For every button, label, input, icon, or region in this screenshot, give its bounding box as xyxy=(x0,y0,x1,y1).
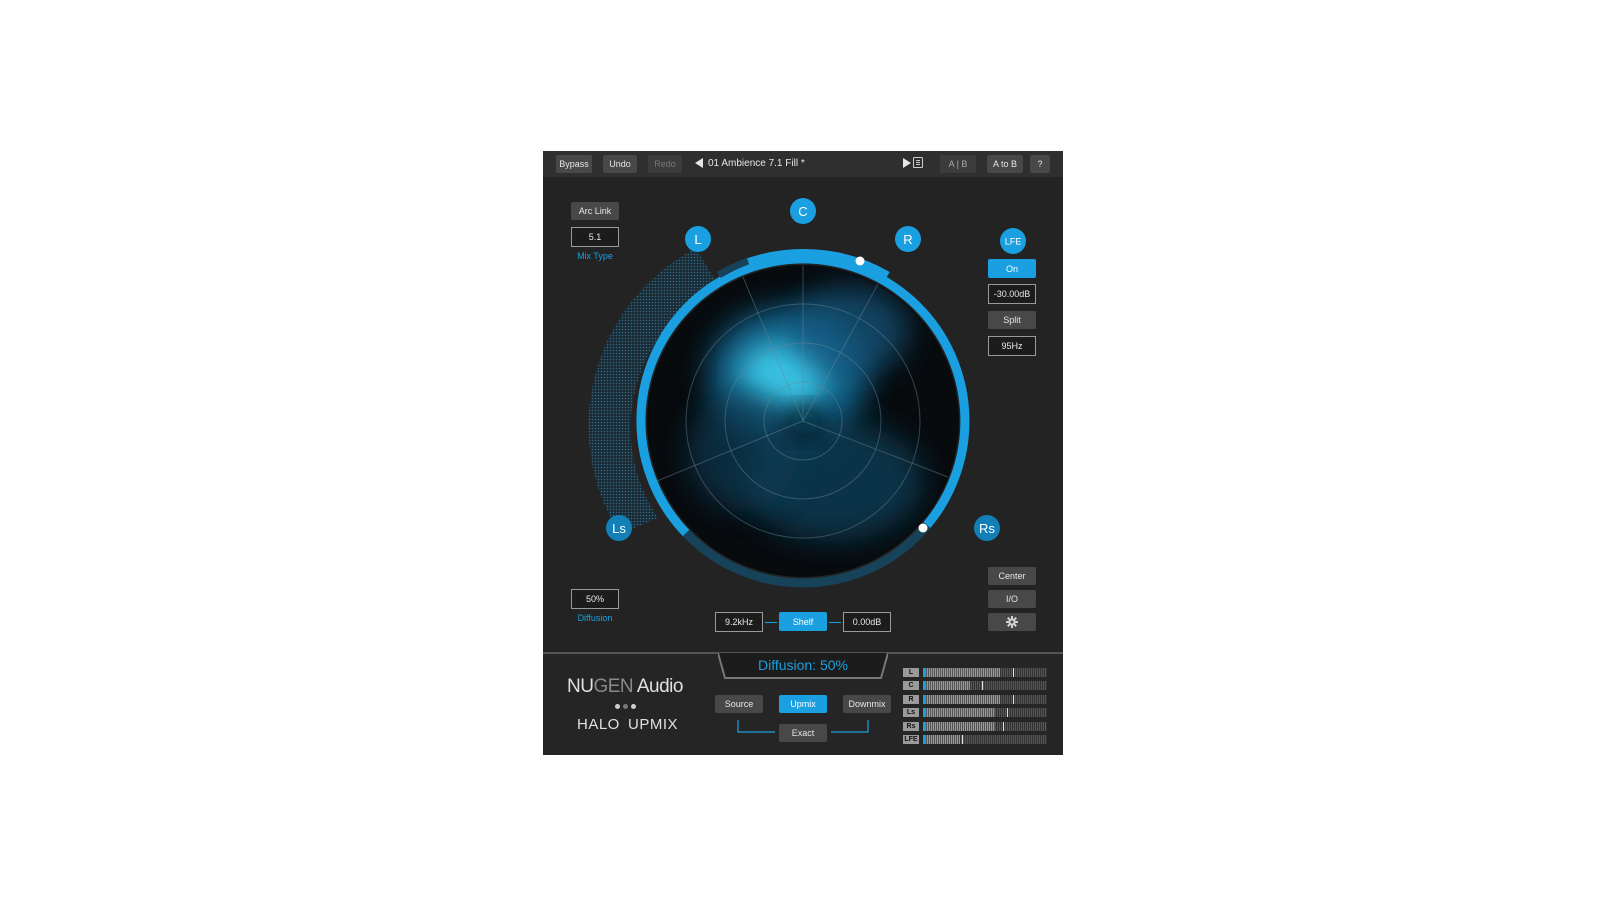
meter-track-r xyxy=(923,694,1047,704)
meter-track-ls xyxy=(923,708,1047,718)
meter-level xyxy=(923,735,961,744)
meter-lead xyxy=(923,694,926,704)
settings-button[interactable] xyxy=(988,613,1036,631)
speaker-r[interactable]: R xyxy=(895,226,921,252)
upmix-button[interactable]: Upmix xyxy=(779,695,827,713)
lfe-split-button[interactable]: Split xyxy=(988,311,1036,329)
meter-peak xyxy=(1006,708,1008,718)
svg-text:L: L xyxy=(694,232,701,247)
io-button[interactable]: I/O xyxy=(988,590,1036,608)
meter-label-ls: Ls xyxy=(903,708,919,718)
source-button[interactable]: Source xyxy=(715,695,763,713)
nugen-logo: NUGEN Audio xyxy=(567,676,707,698)
svg-text:LFE: LFE xyxy=(1005,237,1022,247)
meter-track-rs xyxy=(923,721,1047,731)
meter-level xyxy=(923,708,995,718)
meter-track-l xyxy=(923,668,1047,677)
meter-level xyxy=(923,681,971,691)
meter-label-c: C xyxy=(903,681,919,691)
eq-shelf-button[interactable]: Shelf xyxy=(779,612,827,631)
svg-text:Ls: Ls xyxy=(612,521,626,536)
meter-track-c xyxy=(923,681,1047,691)
logo-nu: NU xyxy=(567,676,594,697)
meter-level xyxy=(923,694,1000,704)
meter-label-l: L xyxy=(903,668,919,677)
product-name-halo: HALO xyxy=(577,716,620,733)
meter-label-rs: Rs xyxy=(903,721,919,731)
eq-frequency-field[interactable]: 9.2kHz xyxy=(715,612,763,632)
logo-gen: GEN xyxy=(593,676,634,697)
meter-peak xyxy=(982,681,984,691)
speaker-l[interactable]: L xyxy=(685,226,711,252)
lfe-frequency-field[interactable]: 95Hz xyxy=(988,336,1036,356)
meter-track-lfe xyxy=(923,735,1047,744)
downmix-button[interactable]: Downmix xyxy=(843,695,891,713)
meter-peak xyxy=(962,735,964,744)
front-width-handle[interactable] xyxy=(855,256,865,266)
svg-text:R: R xyxy=(903,232,912,247)
svg-text:C: C xyxy=(798,204,807,219)
bottom-panel: Diffusion: 50% NUGEN Audio HALO UPMIX So… xyxy=(543,652,1063,755)
meter-level xyxy=(923,721,995,731)
eq-connector-left xyxy=(765,622,777,623)
speaker-c[interactable]: C xyxy=(790,198,816,224)
lfe-gain-field[interactable]: -30.00dB xyxy=(988,284,1036,304)
center-button[interactable]: Center xyxy=(988,567,1036,585)
meter-lead xyxy=(923,681,926,691)
surround-panner[interactable]: C L R Ls Rs xyxy=(543,151,1063,651)
meter-peak xyxy=(1003,721,1005,731)
lfe-badge[interactable]: LFE xyxy=(998,226,1028,256)
meter-level xyxy=(923,668,1000,677)
meter-lead xyxy=(923,668,926,677)
speaker-rs[interactable]: Rs xyxy=(974,515,1000,541)
rear-width-handle[interactable] xyxy=(918,523,928,533)
eq-connector-right xyxy=(829,622,841,623)
eq-gain-field[interactable]: 0.00dB xyxy=(843,612,891,632)
output-meters: L C R Ls Rs LFE xyxy=(903,668,1053,748)
meter-lead xyxy=(923,721,926,731)
meter-peak xyxy=(1013,668,1015,677)
exact-button[interactable]: Exact xyxy=(779,724,827,742)
logo-dots-icon xyxy=(615,704,645,710)
gear-icon xyxy=(1006,616,1018,628)
logo-audio: Audio xyxy=(633,676,684,697)
lfe-on-button[interactable]: On xyxy=(988,259,1036,278)
meter-lead xyxy=(923,735,926,744)
meter-peak xyxy=(1013,694,1015,704)
meter-lead xyxy=(923,708,926,718)
svg-text:Rs: Rs xyxy=(979,521,995,536)
meter-label-lfe: LFE xyxy=(903,735,919,744)
diffusion-readout: Diffusion: 50% xyxy=(757,657,848,673)
meter-label-r: R xyxy=(903,694,919,704)
speaker-ls[interactable]: Ls xyxy=(606,515,632,541)
product-name-upmix: UPMIX xyxy=(628,716,679,733)
halo-upmix-plugin: Bypass Undo Redo 01 Ambience 7.1 Fill * … xyxy=(543,151,1063,755)
